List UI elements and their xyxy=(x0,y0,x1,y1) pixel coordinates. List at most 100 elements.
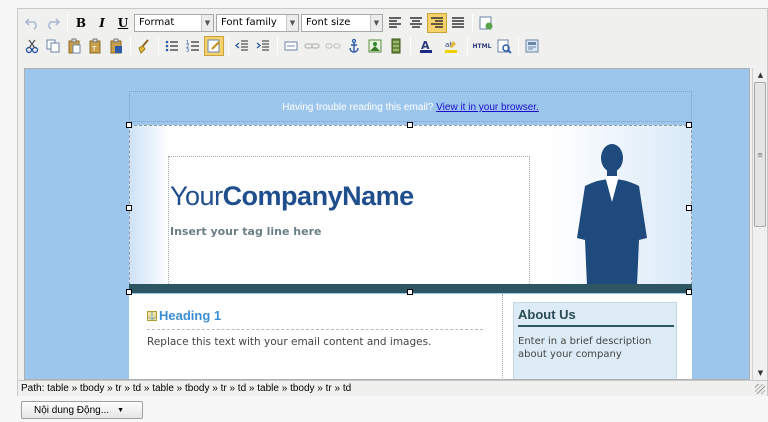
toolbar-separator xyxy=(158,37,159,55)
toolbar-row-1: B I U Format ▼ Font family ▼ Font size ▼ xyxy=(22,12,497,34)
numbered-list-button[interactable]: 123 xyxy=(183,36,203,56)
scroll-up-icon[interactable]: ▲ xyxy=(753,68,768,82)
copy-button[interactable] xyxy=(43,36,63,56)
toolbar-separator xyxy=(467,37,468,55)
paste-button[interactable] xyxy=(64,36,84,56)
style-props-icon xyxy=(479,16,493,30)
broken-link-icon xyxy=(325,43,341,49)
editor-frame: B I U Format ▼ Font family ▼ Font size ▼ T … xyxy=(17,8,768,396)
font-size-select-value: Font size xyxy=(306,17,351,28)
header-inner-cell xyxy=(168,156,530,286)
about-us-text: Enter in a brief description about your … xyxy=(518,336,652,360)
media-button[interactable] xyxy=(386,36,406,56)
underline-button[interactable]: U xyxy=(113,13,133,33)
resize-handle[interactable] xyxy=(126,122,132,128)
undo-button[interactable] xyxy=(22,13,42,33)
chevron-down-icon: ▼ xyxy=(370,15,382,31)
about-us-box: About Us Enter in a brief description ab… xyxy=(513,302,677,379)
view-in-browser-link[interactable]: View it in your browser. xyxy=(436,102,539,113)
chevron-down-icon: ▼ xyxy=(117,406,124,414)
form-button[interactable] xyxy=(281,36,301,56)
paste-text-button[interactable]: T xyxy=(85,36,105,56)
paste-word-button[interactable] xyxy=(106,36,126,56)
style-props-button[interactable] xyxy=(476,13,496,33)
outdent-button[interactable] xyxy=(232,36,252,56)
font-family-select[interactable]: Font family ▼ xyxy=(216,14,299,32)
html-source-button[interactable]: HTML xyxy=(471,36,493,56)
resize-grip-icon[interactable] xyxy=(755,384,765,394)
align-left-icon xyxy=(389,17,401,28)
email-header[interactable]: YourCompanyName Insert your tag line her… xyxy=(129,125,692,286)
toolbar-separator xyxy=(472,14,473,32)
redo-button[interactable] xyxy=(43,13,63,33)
dynamic-content-label: Nội dung Động... xyxy=(34,404,110,416)
toolbar-row-2: T 123 A ab HTML xyxy=(22,35,543,57)
trouble-text: Having trouble reading this email? xyxy=(282,102,434,113)
image-icon xyxy=(368,39,382,53)
chevron-down-icon: ▼ xyxy=(201,15,213,31)
bullet-list-button[interactable] xyxy=(162,36,182,56)
resize-handle[interactable] xyxy=(126,289,132,295)
font-family-select-value: Font family xyxy=(221,17,277,28)
resize-handle[interactable] xyxy=(686,289,692,295)
resize-handle[interactable] xyxy=(407,289,413,295)
main-column: ⚓ Heading 1 Replace this text with your e… xyxy=(147,308,483,348)
template-button[interactable] xyxy=(522,36,542,56)
element-path: Path: table » tbody » tr » td » table » … xyxy=(21,383,352,394)
resize-handle[interactable] xyxy=(686,205,692,211)
toolbar-separator xyxy=(518,37,519,55)
body-paragraph: Replace this text with your email conten… xyxy=(147,336,432,348)
anchor-button[interactable] xyxy=(344,36,364,56)
template-icon xyxy=(525,39,539,53)
align-justify-icon xyxy=(452,17,464,28)
svg-text:T: T xyxy=(91,45,97,53)
dynamic-content-button[interactable]: Nội dung Động... ▼ xyxy=(21,401,143,419)
align-justify-button[interactable] xyxy=(448,13,468,33)
copy-icon xyxy=(46,39,60,53)
resize-handle[interactable] xyxy=(126,205,132,211)
column-separator xyxy=(502,294,503,379)
italic-button[interactable]: I xyxy=(92,13,112,33)
vertical-scrollbar[interactable]: ▲ ≡ ▼ xyxy=(752,68,767,380)
scroll-down-icon[interactable]: ▼ xyxy=(753,366,768,380)
scroll-thumb[interactable]: ≡ xyxy=(754,82,766,227)
broom-icon xyxy=(138,39,149,54)
chevron-down-icon: ▼ xyxy=(286,15,298,31)
format-select-value: Format xyxy=(139,17,175,28)
resize-handle[interactable] xyxy=(686,122,692,128)
svg-text:3: 3 xyxy=(186,48,189,54)
toolbar-separator xyxy=(410,37,411,55)
about-us-title: About Us xyxy=(518,307,674,327)
align-right-icon xyxy=(431,17,443,28)
align-center-button[interactable] xyxy=(406,13,426,33)
align-center-icon xyxy=(410,17,422,28)
element-path-statusbar: Path: table » tbody » tr » td » table » … xyxy=(18,380,767,396)
resize-handle[interactable] xyxy=(407,122,413,128)
cut-button[interactable] xyxy=(22,36,42,56)
chain-link-icon xyxy=(304,43,320,49)
email-template: Having trouble reading this email? View … xyxy=(126,91,692,379)
redo-icon xyxy=(48,18,61,30)
toolbar-separator xyxy=(130,37,131,55)
highlight-color-button[interactable]: ab xyxy=(439,36,463,56)
pencil-edit-icon xyxy=(207,39,220,53)
preview-button[interactable] xyxy=(494,36,514,56)
email-body[interactable]: ⚓ Heading 1 Replace this text with your e… xyxy=(129,294,692,379)
format-select[interactable]: Format ▼ xyxy=(134,14,214,32)
clipboard-word-icon xyxy=(110,38,122,54)
heading-rule xyxy=(147,329,483,330)
insert-image-button[interactable] xyxy=(365,36,385,56)
text-color-button[interactable]: A xyxy=(414,36,438,56)
cleanup-button[interactable] xyxy=(134,36,154,56)
insert-link-button[interactable] xyxy=(302,36,322,56)
unlink-button[interactable] xyxy=(323,36,343,56)
font-size-select[interactable]: Font size ▼ xyxy=(301,14,383,32)
editor-content-area[interactable]: Having trouble reading this email? View … xyxy=(24,68,750,380)
company-name-regular: Your xyxy=(170,181,223,211)
edit-css-button[interactable] xyxy=(204,36,224,56)
bold-button[interactable]: B xyxy=(71,13,91,33)
align-right-button[interactable] xyxy=(427,13,447,33)
indent-icon xyxy=(256,40,269,51)
align-left-button[interactable] xyxy=(385,13,405,33)
indent-button[interactable] xyxy=(253,36,273,56)
